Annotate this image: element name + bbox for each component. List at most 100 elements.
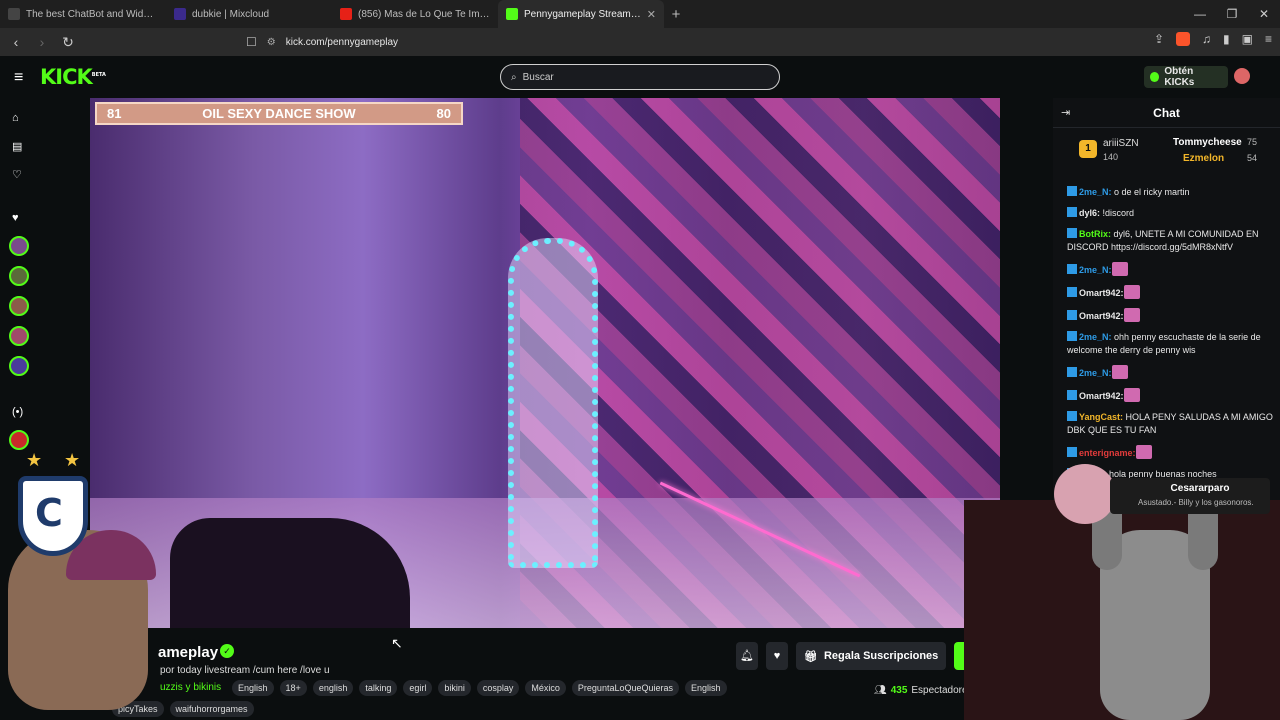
tag[interactable]: PreguntaLoQueQuieras <box>571 680 679 696</box>
url-field[interactable]: ☐ ⚙ kick.com/pennygameplay <box>246 32 980 52</box>
notification-avatar <box>1054 464 1116 524</box>
minimize-icon[interactable]: — <box>1184 0 1216 28</box>
tab-chatbot[interactable]: The best ChatBot and Widgets for Ki <box>0 0 166 28</box>
tag[interactable]: English <box>232 680 274 696</box>
viewer-label: Espectadore <box>911 685 968 696</box>
sidebar-icon[interactable]: ▮ <box>1223 32 1230 46</box>
tag[interactable]: 18+ <box>279 680 307 696</box>
kick-logo[interactable]: KICKBETA <box>40 65 106 89</box>
chat-username[interactable]: BotRix: <box>1079 229 1111 239</box>
live-icon[interactable]: (•) <box>12 406 23 418</box>
leader-count: 140 <box>1103 152 1119 162</box>
followed-channel-avatar[interactable] <box>9 326 29 346</box>
kick-icon <box>506 8 518 20</box>
followed-channel-avatar[interactable] <box>9 266 29 286</box>
tag[interactable]: waifuhorrorgames <box>169 701 254 717</box>
streamer-name[interactable]: ameplay <box>158 644 218 661</box>
followed-channel-avatar[interactable] <box>9 236 29 256</box>
wallet-icon[interactable]: ▣ <box>1242 32 1253 46</box>
followed-channel-avatar[interactable] <box>9 356 29 376</box>
followed-channel-avatar[interactable] <box>9 296 29 316</box>
tag[interactable]: México <box>525 680 566 696</box>
notification-bell-icon[interactable]: 🔔︎ <box>736 642 758 670</box>
reload-icon[interactable]: ↻ <box>58 34 78 51</box>
chat-username[interactable]: enterigname: <box>1079 448 1136 458</box>
tab-favicon-icon <box>8 8 20 20</box>
chat-message: Omart942: <box>1067 308 1277 323</box>
stream-category[interactable]: uzzis y bikinis <box>160 682 221 693</box>
chat-username[interactable]: Omart942: <box>1079 391 1124 401</box>
tag[interactable]: talking <box>359 680 398 696</box>
new-tab-button[interactable]: + <box>664 6 688 23</box>
mouse-cursor-icon: ↖ <box>391 635 403 651</box>
emote-icon <box>1123 388 1140 402</box>
emote-icon <box>1123 308 1140 322</box>
webcam-overlay <box>964 500 1280 720</box>
chat-text: o de el ricky martin <box>1111 187 1190 197</box>
video-player[interactable] <box>90 98 1000 628</box>
kicks-icon <box>1150 72 1160 82</box>
chat-message: Omart942: <box>1067 388 1277 403</box>
menu-icon[interactable]: ≡ <box>14 69 23 87</box>
share-icon[interactable]: ⇪ <box>1154 32 1164 46</box>
menu-icon[interactable]: ≡ <box>1265 32 1272 46</box>
rank-badge: 1 <box>1079 140 1097 158</box>
close-window-icon[interactable]: ✕ <box>1248 0 1280 28</box>
chat-badge-icon <box>1067 186 1077 196</box>
leader-name[interactable]: Tommycheese <box>1173 137 1242 148</box>
tab-youtube[interactable]: (856) Mas de Lo Que Te Imaginas (Re <box>332 0 498 28</box>
gift-leaderboard: 1 ariiiSZN 140 Tommycheese 75 Ezmelon 54 <box>1079 136 1279 170</box>
youtube-icon <box>340 8 352 20</box>
following-icon[interactable]: ♡ <box>12 168 22 181</box>
favorite-heart-icon[interactable]: ♥ <box>766 642 788 670</box>
chat-badge-icon <box>1067 207 1077 217</box>
chat-badge-icon <box>1067 367 1077 377</box>
search-input[interactable]: ⌕ Buscar <box>500 64 780 90</box>
tag[interactable]: bikini <box>438 680 471 696</box>
music-icon[interactable]: ♫ <box>1202 32 1211 46</box>
notification-detail: Asustado.- Billy y los gasonoros. <box>1138 498 1254 507</box>
favorites-icon[interactable]: ♥ <box>12 212 19 224</box>
forward-icon[interactable]: › <box>32 34 52 50</box>
chat-username[interactable]: YangCast: <box>1079 412 1123 422</box>
home-icon[interactable]: ⌂ <box>12 112 19 124</box>
get-kicks-button[interactable]: Obtén KICKs <box>1144 66 1228 88</box>
back-icon[interactable]: ‹ <box>6 34 26 50</box>
recommended-channel-avatar[interactable] <box>9 430 29 450</box>
chat-username[interactable]: 2me_N: <box>1079 187 1112 197</box>
close-icon[interactable]: ✕ <box>647 8 656 21</box>
leader-name[interactable]: Ezmelon <box>1183 153 1224 164</box>
tag[interactable]: english <box>312 680 354 696</box>
browse-icon[interactable]: ▤ <box>12 140 22 153</box>
chat-badge-icon <box>1067 228 1077 238</box>
chat-text: !discord <box>1100 208 1135 218</box>
address-bar: ‹ › ↻ ☐ ⚙ kick.com/pennygameplay ⇪ ♫ ▮ ▣… <box>0 28 1280 56</box>
leader-name[interactable]: ariiiSZN <box>1103 138 1139 149</box>
tab-mixcloud[interactable]: dubkie | Mixcloud <box>166 0 332 28</box>
bookmark-icon[interactable]: ☐ <box>246 35 257 49</box>
chat-username[interactable]: 2me_N: <box>1079 368 1112 378</box>
chat-badge-icon <box>1067 411 1077 421</box>
search-placeholder: Buscar <box>522 71 554 83</box>
chat-message: enterigname: <box>1067 445 1277 460</box>
tab-kick-stream[interactable]: Pennygameplay Stream - Wa ✕ <box>498 0 664 28</box>
chat-username[interactable]: 2me_N: <box>1079 332 1112 342</box>
brave-shield-icon[interactable] <box>1176 32 1191 46</box>
chat-username[interactable]: dyl6: <box>1079 208 1100 218</box>
gift-icon: 🎁︎ <box>804 650 818 663</box>
site-info-icon[interactable]: ⚙ <box>267 37 276 48</box>
chat-message: 2me_N: o de el ricky martin <box>1067 186 1277 199</box>
restore-icon[interactable]: ❐ <box>1216 0 1248 28</box>
tag[interactable]: cosplay <box>476 680 520 696</box>
chat-username[interactable]: 2me_N: <box>1079 265 1112 275</box>
tag[interactable]: egirl <box>403 680 433 696</box>
chat-username[interactable]: Omart942: <box>1079 288 1124 298</box>
tag[interactable]: English <box>684 680 727 696</box>
chair <box>170 518 410 628</box>
chat-badge-icon <box>1067 287 1077 297</box>
gift-subs-button[interactable]: 🎁︎ Regala Suscripciones <box>796 642 947 670</box>
chat-username[interactable]: Omart942: <box>1079 311 1124 321</box>
get-kicks-label: Obtén KICKs <box>1164 66 1195 88</box>
chat-badge-icon <box>1067 447 1077 457</box>
avatar[interactable] <box>1234 68 1250 84</box>
